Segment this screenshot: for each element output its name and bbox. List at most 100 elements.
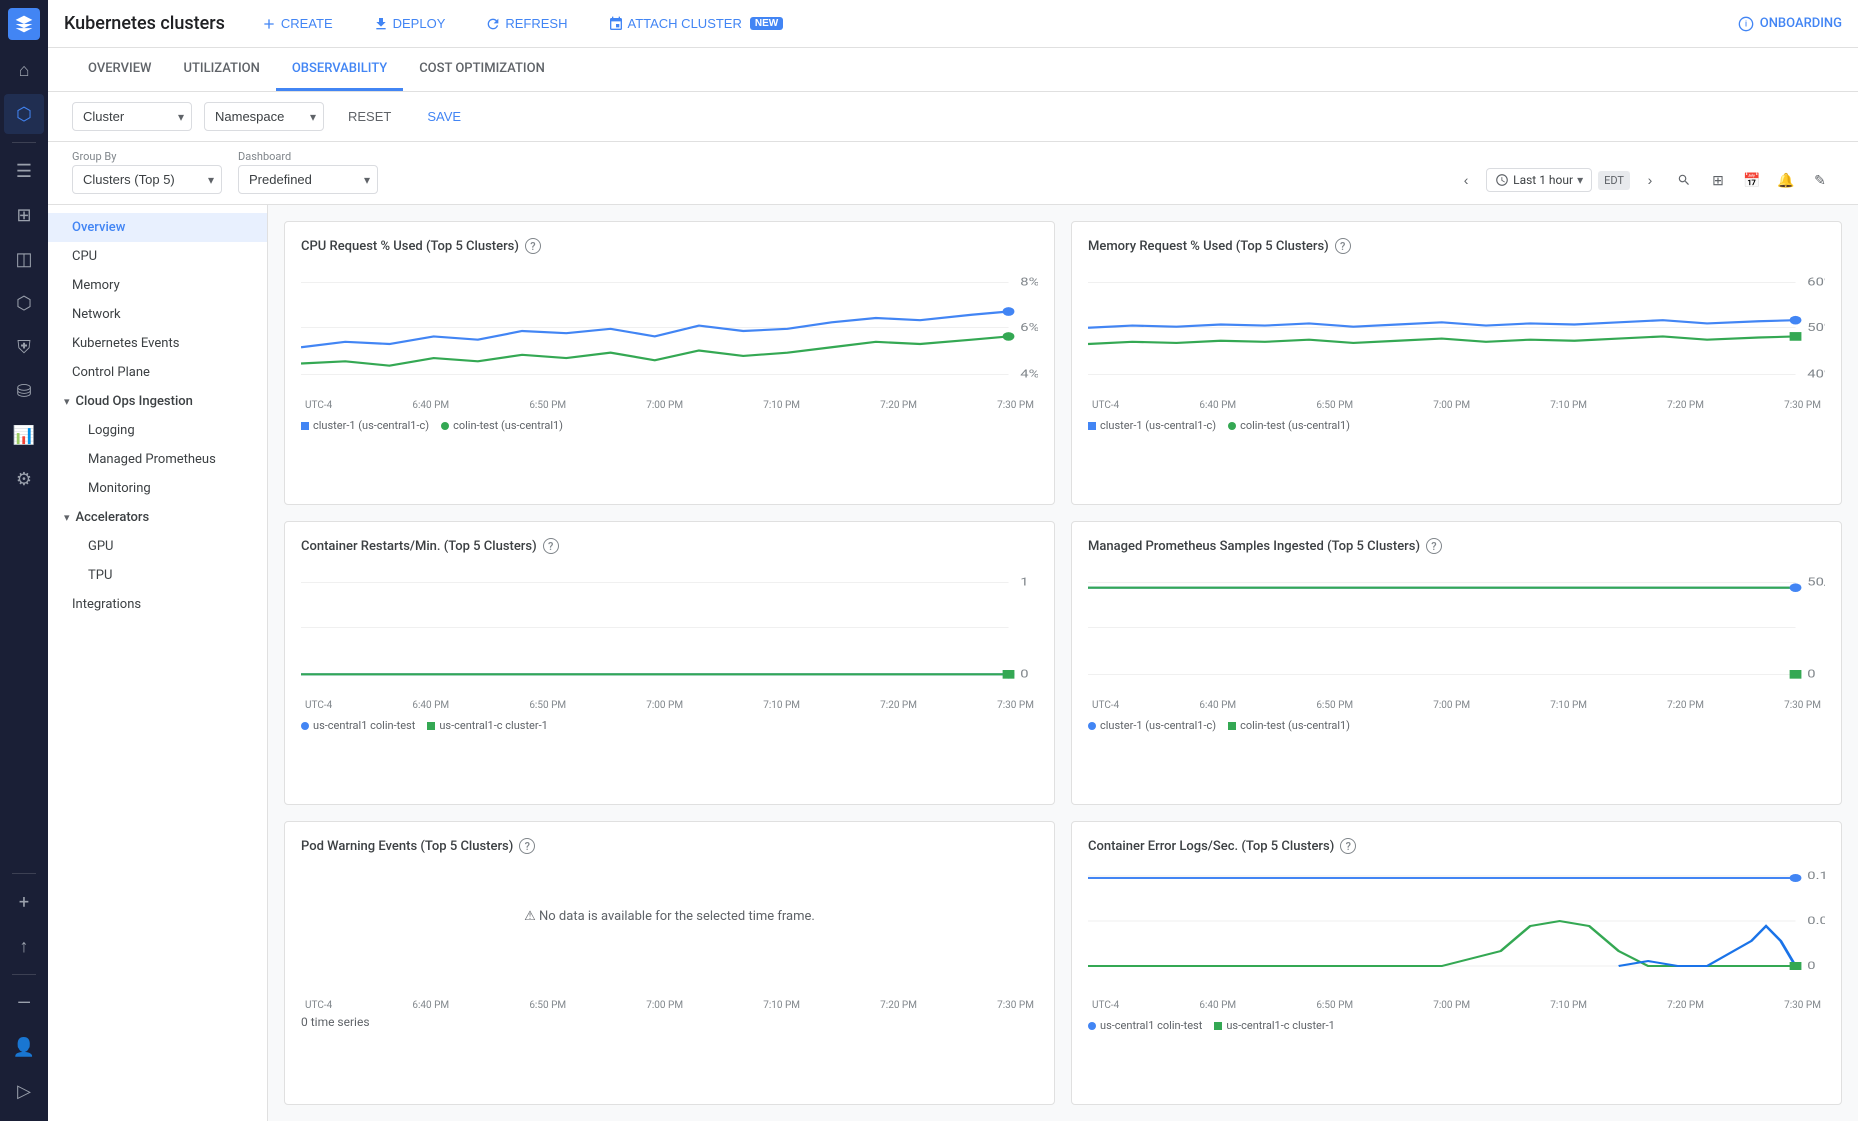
svg-text:50%: 50% <box>1807 322 1825 335</box>
chart-toolbar: ‹ Last 1 hour ▾ EDT › ⊞ 📅 🔔 ✎ <box>1452 166 1834 194</box>
nav-separator-1 <box>12 142 36 143</box>
restarts-help-icon[interactable]: ? <box>543 538 559 554</box>
left-nav: ⌂ ⬡ ☰ ⊞ ◫ ⬡ ⛨ ⛁ 📊 ⚙ + ↑ — 👤 ▷ <box>0 0 48 1121</box>
sidenav-kubernetes-events[interactable]: Kubernetes Events <box>48 329 267 358</box>
refresh-button[interactable]: REFRESH <box>473 10 579 38</box>
svg-text:1: 1 <box>1020 576 1028 589</box>
cluster-select[interactable]: Cluster <box>72 102 192 131</box>
sidenav-overview[interactable]: Overview <box>48 213 267 242</box>
sidenav-control-plane[interactable]: Control Plane <box>48 358 267 387</box>
prom-x-labels: UTC-46:40 PM6:50 PM7:00 PM7:10 PM7:20 PM… <box>1088 700 1825 711</box>
legend-error-uscentral1: us-central1 colin-test <box>1088 1019 1202 1032</box>
dashboard-label: Dashboard <box>238 150 378 163</box>
chart-container-restarts: Container Restarts/Min. (Top 5 Clusters)… <box>284 521 1055 805</box>
prom-help-icon[interactable]: ? <box>1426 538 1442 554</box>
cpu-help-icon[interactable]: ? <box>525 238 541 254</box>
prev-button[interactable]: ‹ <box>1452 166 1480 194</box>
nav-icon-user[interactable]: 👤 <box>4 1027 44 1067</box>
svg-text:40%: 40% <box>1807 368 1825 381</box>
dashboard-select[interactable]: Predefined <box>238 165 378 194</box>
nav-icon-minus[interactable]: — <box>4 983 44 1023</box>
nav-icon-layers[interactable]: ◫ <box>4 239 44 279</box>
no-data-message: ⚠ No data is available for the selected … <box>301 866 1038 966</box>
tab-cost-optimization[interactable]: COST OPTIMIZATION <box>403 49 561 91</box>
nav-icon-menu[interactable]: ☰ <box>4 151 44 191</box>
save-button[interactable]: SAVE <box>415 103 473 130</box>
group-by-label: Group By <box>72 150 222 163</box>
legend-mem-sq-blue <box>1088 422 1096 430</box>
nav-icon-chart[interactable]: 📊 <box>4 415 44 455</box>
onboarding-button[interactable]: i ONBOARDING <box>1738 16 1842 32</box>
nav-separator-3 <box>12 974 36 975</box>
reset-button[interactable]: RESET <box>336 103 403 130</box>
group-by-select[interactable]: Clusters (Top 5) <box>72 165 222 194</box>
restarts-x-labels: UTC-46:40 PM6:50 PM7:00 PM7:10 PM7:20 PM… <box>301 700 1038 711</box>
next-button[interactable]: › <box>1636 166 1664 194</box>
legend-mem-cluster1: cluster-1 (us-central1-c) <box>1088 419 1216 432</box>
sidenav-cpu[interactable]: CPU <box>48 242 267 271</box>
chevron-down-icon-2: ▾ <box>64 511 70 524</box>
sidenav-monitoring[interactable]: Monitoring <box>48 474 267 503</box>
deploy-button[interactable]: DEPLOY <box>361 10 458 38</box>
time-range-selector[interactable]: Last 1 hour ▾ <box>1486 168 1592 192</box>
tab-overview[interactable]: OVERVIEW <box>72 49 167 91</box>
nav-icon-upload[interactable]: ↑ <box>4 926 44 966</box>
no-data-series-label: 0 time series <box>301 1015 1038 1029</box>
sidenav-managed-prometheus[interactable]: Managed Prometheus <box>48 445 267 474</box>
cpu-x-labels: UTC-46:40 PM6:50 PM7:00 PM7:10 PM7:20 PM… <box>301 400 1038 411</box>
nav-icon-settings[interactable]: ⚙ <box>4 459 44 499</box>
legend-prom-colin: colin-test (us-central1) <box>1228 719 1350 732</box>
sidenav-memory[interactable]: Memory <box>48 271 267 300</box>
nav-icon-shield[interactable]: ⛨ <box>4 327 44 367</box>
legend-mem-dot-green <box>1228 422 1236 430</box>
legend-restarts-uscentral: us-central1 colin-test <box>301 719 415 732</box>
pod-warning-help-icon[interactable]: ? <box>519 838 535 854</box>
error-logs-legend: us-central1 colin-test us-central1-c clu… <box>1088 1019 1825 1032</box>
app-logo[interactable] <box>8 8 40 40</box>
prom-legend: cluster-1 (us-central1-c) colin-test (us… <box>1088 719 1825 732</box>
chart-pod-warning: Pod Warning Events (Top 5 Clusters) ? ⚠ … <box>284 821 1055 1105</box>
error-logs-help-icon[interactable]: ? <box>1340 838 1356 854</box>
nav-icon-storage[interactable]: ⛁ <box>4 371 44 411</box>
chart-pod-warning-title: Pod Warning Events (Top 5 Clusters) ? <box>301 838 1038 854</box>
main-area: Kubernetes clusters CREATE DEPLOY REFRES… <box>48 0 1858 1121</box>
legend-restarts-sq <box>427 722 435 730</box>
search-button[interactable] <box>1670 166 1698 194</box>
nav-icon-network[interactable]: ⬡ <box>4 283 44 323</box>
compare-button[interactable]: ⊞ <box>1704 166 1732 194</box>
nav-icon-cluster[interactable]: ⬡ <box>4 94 44 134</box>
svg-text:60%: 60% <box>1807 276 1825 289</box>
sidenav-network[interactable]: Network <box>48 300 267 329</box>
side-nav: Overview CPU Memory Network Kubernetes E… <box>48 205 268 1121</box>
sidenav-accelerators[interactable]: ▾ Accelerators <box>48 503 267 532</box>
nav-icon-arrow-right[interactable]: ▷ <box>4 1071 44 1111</box>
namespace-select[interactable]: Namespace <box>204 102 324 131</box>
page-title: Kubernetes clusters <box>64 13 225 34</box>
chart-managed-prometheus: Managed Prometheus Samples Ingested (Top… <box>1071 521 1842 805</box>
sidenav-gpu[interactable]: GPU <box>48 532 267 561</box>
create-button[interactable]: CREATE <box>249 10 345 38</box>
sidenav-tpu[interactable]: TPU <box>48 561 267 590</box>
nav-icon-add[interactable]: + <box>4 882 44 922</box>
chart-memory-request: Memory Request % Used (Top 5 Clusters) ?… <box>1071 221 1842 505</box>
pod-warning-chart-area: ⚠ No data is available for the selected … <box>301 866 1038 996</box>
nav-icon-home[interactable]: ⌂ <box>4 50 44 90</box>
sidenav-logging[interactable]: Logging <box>48 416 267 445</box>
chart-prom-title: Managed Prometheus Samples Ingested (Top… <box>1088 538 1825 554</box>
nav-icon-grid[interactable]: ⊞ <box>4 195 44 235</box>
sidenav-cloud-ops-ingestion[interactable]: ▾ Cloud Ops Ingestion <box>48 387 267 416</box>
sidenav-integrations[interactable]: Integrations <box>48 590 267 619</box>
tab-observability[interactable]: OBSERVABILITY <box>276 49 403 91</box>
chevron-down-icon: ▾ <box>64 395 70 408</box>
calendar-button[interactable]: 📅 <box>1738 166 1766 194</box>
attach-cluster-button[interactable]: ATTACH CLUSTER NEW <box>596 10 796 38</box>
svg-text:0: 0 <box>1807 668 1815 681</box>
svg-text:0.1/s: 0.1/s <box>1807 870 1825 882</box>
tab-utilization[interactable]: UTILIZATION <box>167 49 275 91</box>
alert-button[interactable]: 🔔 <box>1772 166 1800 194</box>
edit-button[interactable]: ✎ <box>1806 166 1834 194</box>
group-by-select-wrapper: Clusters (Top 5) ▾ <box>72 165 222 194</box>
chart-restarts-title: Container Restarts/Min. (Top 5 Clusters)… <box>301 538 1038 554</box>
top-bar-right: i ONBOARDING <box>1738 16 1842 32</box>
memory-help-icon[interactable]: ? <box>1335 238 1351 254</box>
